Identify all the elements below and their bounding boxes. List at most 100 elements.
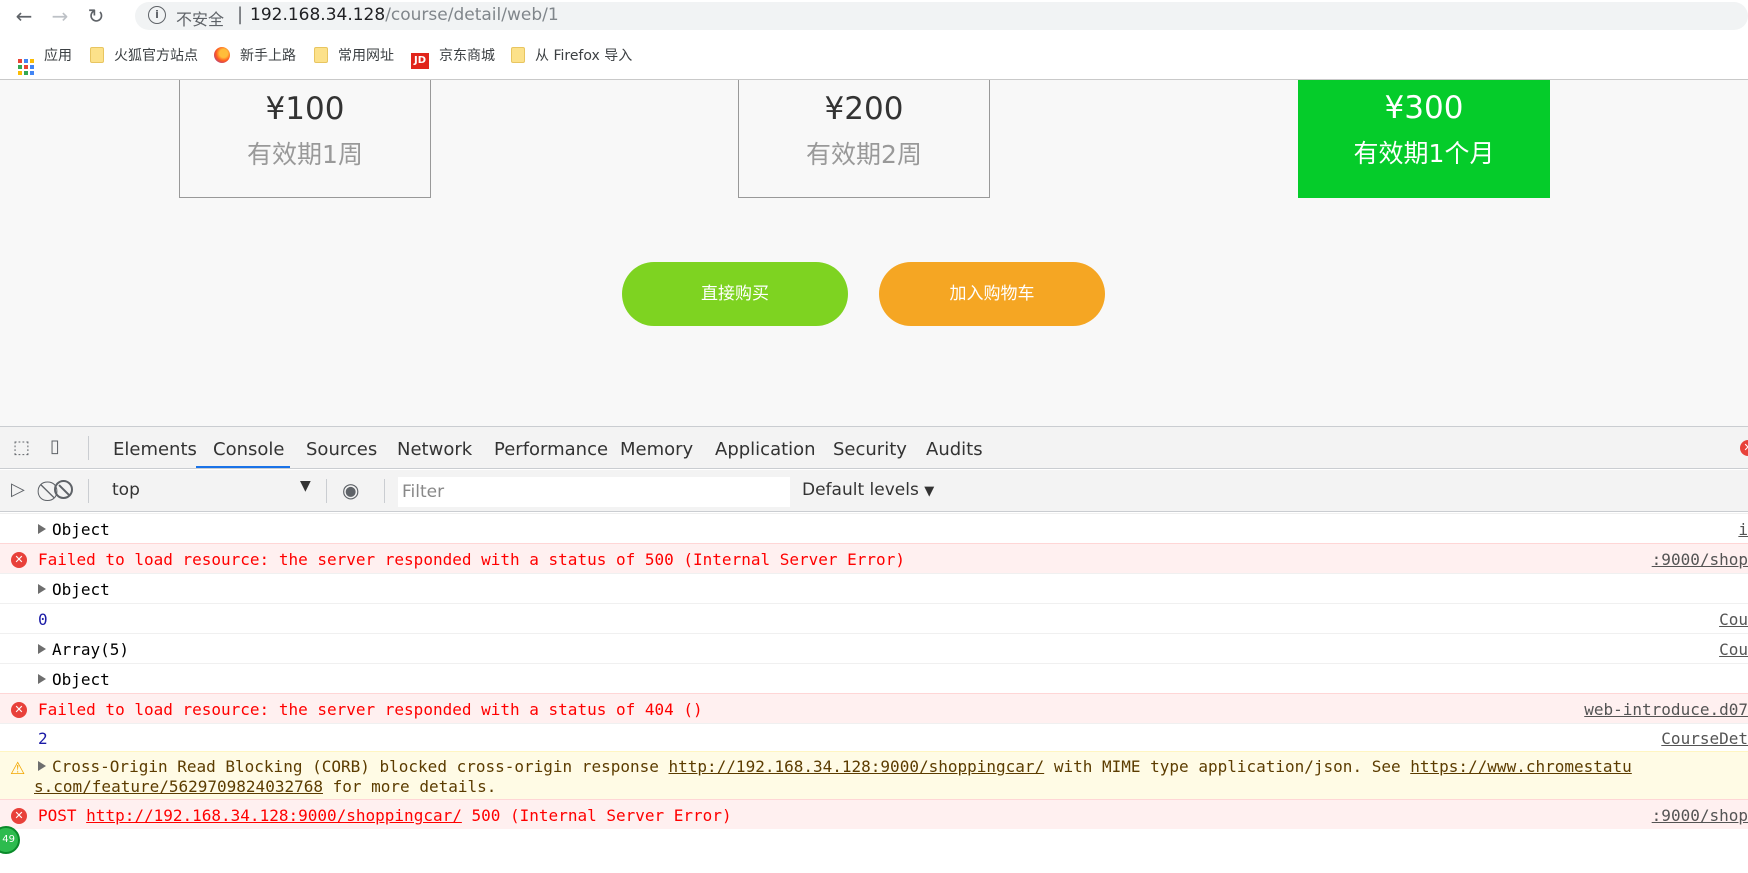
error-icon: ✕ [11, 552, 27, 568]
log-message[interactable]: Object [38, 520, 110, 539]
forward-icon[interactable]: → [48, 4, 72, 28]
bookmarks-bar: 应用 火狐官方站点 新手上路 常用网址 JD 京东商城 从 Firefox 导入 [0, 40, 1748, 75]
bookmark-label: 火狐官方站点 [114, 48, 198, 64]
jd-icon: JD [411, 53, 429, 69]
warning-message: Cross-Origin Read Blocking (CORB) blocke… [38, 757, 1632, 776]
log-number: 0 [38, 610, 48, 629]
console-row: 0 Cou [0, 603, 1748, 633]
plan-period: 有效期1周 [247, 140, 363, 169]
expand-triangle-icon[interactable] [38, 761, 46, 771]
console-row: Object [0, 663, 1748, 693]
active-tab-indicator [196, 466, 290, 468]
info-icon[interactable]: i [148, 6, 166, 24]
log-message[interactable]: Object [38, 580, 110, 599]
expand-triangle-icon[interactable] [38, 674, 46, 684]
request-url-link[interactable]: http://192.168.34.128:9000/shoppingcar/ [86, 806, 462, 825]
warning-url-link[interactable]: http://192.168.34.128:9000/shoppingcar/ [669, 757, 1045, 776]
source-link[interactable]: Cou [1719, 610, 1748, 629]
tab-elements[interactable]: Elements [113, 439, 197, 460]
source-link[interactable]: CourseDet [1661, 729, 1748, 748]
context-selector[interactable]: top [112, 480, 140, 500]
console-filter-input[interactable] [398, 477, 790, 507]
toolbar-divider [88, 479, 89, 503]
source-link[interactable]: Cou [1719, 640, 1748, 659]
source-link[interactable]: i [1738, 520, 1748, 539]
back-icon[interactable]: ← [12, 4, 36, 28]
warning-text-1: Cross-Origin Read Blocking (CORB) blocke… [52, 757, 669, 776]
toolbar-divider [88, 436, 89, 460]
bookmark-label: 应用 [44, 48, 72, 64]
source-link[interactable]: :9000/shop [1652, 806, 1748, 825]
toolbar-divider [326, 479, 327, 503]
warning-message-line2: s.com/feature/5629709824032768 for more … [34, 777, 496, 796]
log-message[interactable]: Array(5) [38, 640, 129, 659]
page-viewport: ¥100 有效期1周 ¥200 有效期2周 ¥300 有效期1个月 直接购买 加… [0, 80, 1748, 426]
buy-now-button[interactable]: 直接购买 [622, 262, 848, 326]
bookmark-jd[interactable]: JD 京东商城 [411, 46, 495, 69]
console-toolbar: ▷ ⃠ top ▼ ◉ Default levels ▼ [0, 470, 1748, 512]
sidebar-toggle-icon[interactable]: ▷ [11, 479, 25, 500]
folder-icon [314, 47, 328, 63]
folder-icon [90, 47, 104, 63]
insecure-label: 不安全 [176, 10, 225, 29]
url-text[interactable]: 192.168.34.128/course/detail/web/1 [250, 5, 559, 25]
tab-security[interactable]: Security [833, 439, 907, 460]
bookmark-label: 新手上路 [240, 48, 296, 64]
source-link[interactable]: :9000/shop [1652, 550, 1748, 569]
expand-triangle-icon[interactable] [38, 524, 46, 534]
array-label: Array(5) [52, 640, 130, 659]
plan-period: 有效期1个月 [1353, 139, 1495, 168]
plan-price: ¥100 [265, 91, 345, 127]
address-bar-row: ← → ↻ i 不安全 | 192.168.34.128/course/deta… [0, 0, 1748, 32]
bookmark-label: 京东商城 [439, 48, 495, 64]
log-message[interactable]: Object [38, 670, 110, 689]
device-toolbar-icon[interactable]: ▯ [50, 436, 60, 457]
error-count-icon[interactable]: ✕ [1740, 440, 1748, 456]
tab-performance[interactable]: Performance [494, 439, 608, 460]
plan-price: ¥200 [824, 91, 904, 127]
tab-network[interactable]: Network [397, 439, 472, 460]
console-error-row: ✕ POST http://192.168.34.128:9000/shoppi… [0, 799, 1748, 829]
eye-icon[interactable]: ◉ [342, 478, 359, 502]
tab-sources[interactable]: Sources [306, 439, 377, 460]
plan-card-1week[interactable]: ¥100 有效期1周 [179, 80, 431, 198]
tab-audits[interactable]: Audits [926, 439, 983, 460]
log-levels-dropdown[interactable]: Default levels ▼ [802, 480, 934, 500]
url-host: 192.168.34.128 [250, 5, 386, 25]
warning-text-2: with MIME type application/json. See [1044, 757, 1411, 776]
context-dropdown-icon[interactable]: ▼ [300, 478, 311, 494]
bookmark-common-sites[interactable]: 常用网址 [314, 46, 394, 66]
plan-card-1month[interactable]: ¥300 有效期1个月 [1298, 80, 1550, 198]
chromestatus-link-part2[interactable]: s.com/feature/5629709824032768 [34, 777, 323, 796]
firefox-icon [214, 47, 230, 63]
tab-memory[interactable]: Memory [620, 439, 693, 460]
object-label: Object [52, 580, 110, 599]
url-separator: | [237, 4, 244, 25]
add-to-cart-button[interactable]: 加入购物车 [879, 262, 1105, 326]
source-link[interactable]: web-introduce.d07 [1584, 700, 1748, 719]
bookmark-firefox-import[interactable]: 从 Firefox 导入 [511, 46, 632, 66]
tab-application[interactable]: Application [715, 439, 816, 460]
plan-card-2weeks[interactable]: ¥200 有效期2周 [738, 80, 990, 198]
log-number: 2 [38, 729, 48, 748]
chromestatus-link-part1[interactable]: https://www.chromestatu [1410, 757, 1632, 776]
error-message: POST http://192.168.34.128:9000/shopping… [38, 806, 732, 825]
apps-grid-icon [18, 59, 34, 75]
bookmark-getting-started[interactable]: 新手上路 [214, 46, 296, 66]
reload-icon[interactable]: ↻ [84, 4, 108, 28]
toolbar-divider [384, 479, 385, 503]
warning-text-3: for more details. [322, 777, 497, 796]
devtools-tab-bar: ⬚ ▯ Elements Console Sources Network Per… [0, 427, 1748, 469]
bookmark-label: 从 Firefox 导入 [535, 48, 633, 64]
tab-console[interactable]: Console [213, 439, 284, 460]
bookmark-apps[interactable]: 应用 [18, 46, 72, 75]
bookmark-firefox-site[interactable]: 火狐官方站点 [90, 46, 198, 66]
expand-triangle-icon[interactable] [38, 644, 46, 654]
devtools-panel: ⬚ ▯ Elements Console Sources Network Per… [0, 426, 1748, 872]
warning-icon: ⚠ [10, 759, 26, 779]
url-path: /course/detail/web/1 [385, 5, 559, 25]
inspect-element-icon[interactable]: ⬚ [13, 437, 30, 458]
plan-price: ¥300 [1384, 90, 1464, 126]
console-warning-row: ⚠ Cross-Origin Read Blocking (CORB) bloc… [0, 751, 1748, 799]
expand-triangle-icon[interactable] [38, 584, 46, 594]
